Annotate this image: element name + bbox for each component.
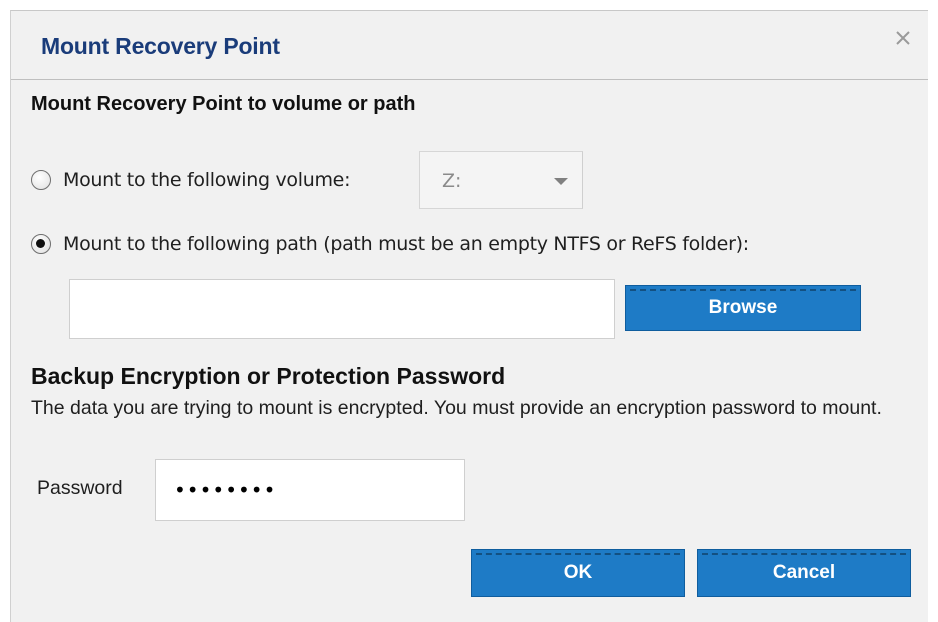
browse-button[interactable]: Browse <box>625 285 861 331</box>
mount-recovery-point-dialog: Mount Recovery Point Mount Recovery Poin… <box>10 10 928 622</box>
dialog-title-bar: Mount Recovery Point <box>11 11 928 79</box>
mount-to-volume-label: Mount to the following volume: <box>63 169 351 191</box>
mount-section-heading: Mount Recovery Point to volume or path <box>31 93 416 115</box>
mount-to-path-label: Mount to the following path (path must b… <box>63 233 749 255</box>
password-field[interactable] <box>155 459 465 521</box>
chevron-down-icon <box>554 178 568 185</box>
cancel-button-label: Cancel <box>772 562 836 583</box>
dialog-title: Mount Recovery Point <box>41 33 280 59</box>
encryption-description: The data you are trying to mount is encr… <box>31 397 882 419</box>
mount-to-volume-option[interactable]: Mount to the following volume: <box>31 169 350 191</box>
mount-path-input[interactable] <box>69 279 615 339</box>
password-label: Password <box>37 477 123 499</box>
ok-button[interactable]: OK <box>471 549 685 597</box>
ok-button-label: OK <box>563 562 593 583</box>
cancel-button[interactable]: Cancel <box>697 549 911 597</box>
browse-button-label: Browse <box>708 297 778 318</box>
close-icon[interactable] <box>892 27 914 49</box>
title-divider <box>11 79 928 80</box>
volume-select-value: Z: <box>442 170 462 192</box>
mount-to-volume-radio[interactable] <box>31 170 51 190</box>
volume-select[interactable]: Z: <box>419 151 583 209</box>
mount-to-path-option[interactable]: Mount to the following path (path must b… <box>31 233 749 255</box>
mount-to-path-radio[interactable] <box>31 234 51 254</box>
encryption-heading: Backup Encryption or Protection Password <box>31 363 506 389</box>
